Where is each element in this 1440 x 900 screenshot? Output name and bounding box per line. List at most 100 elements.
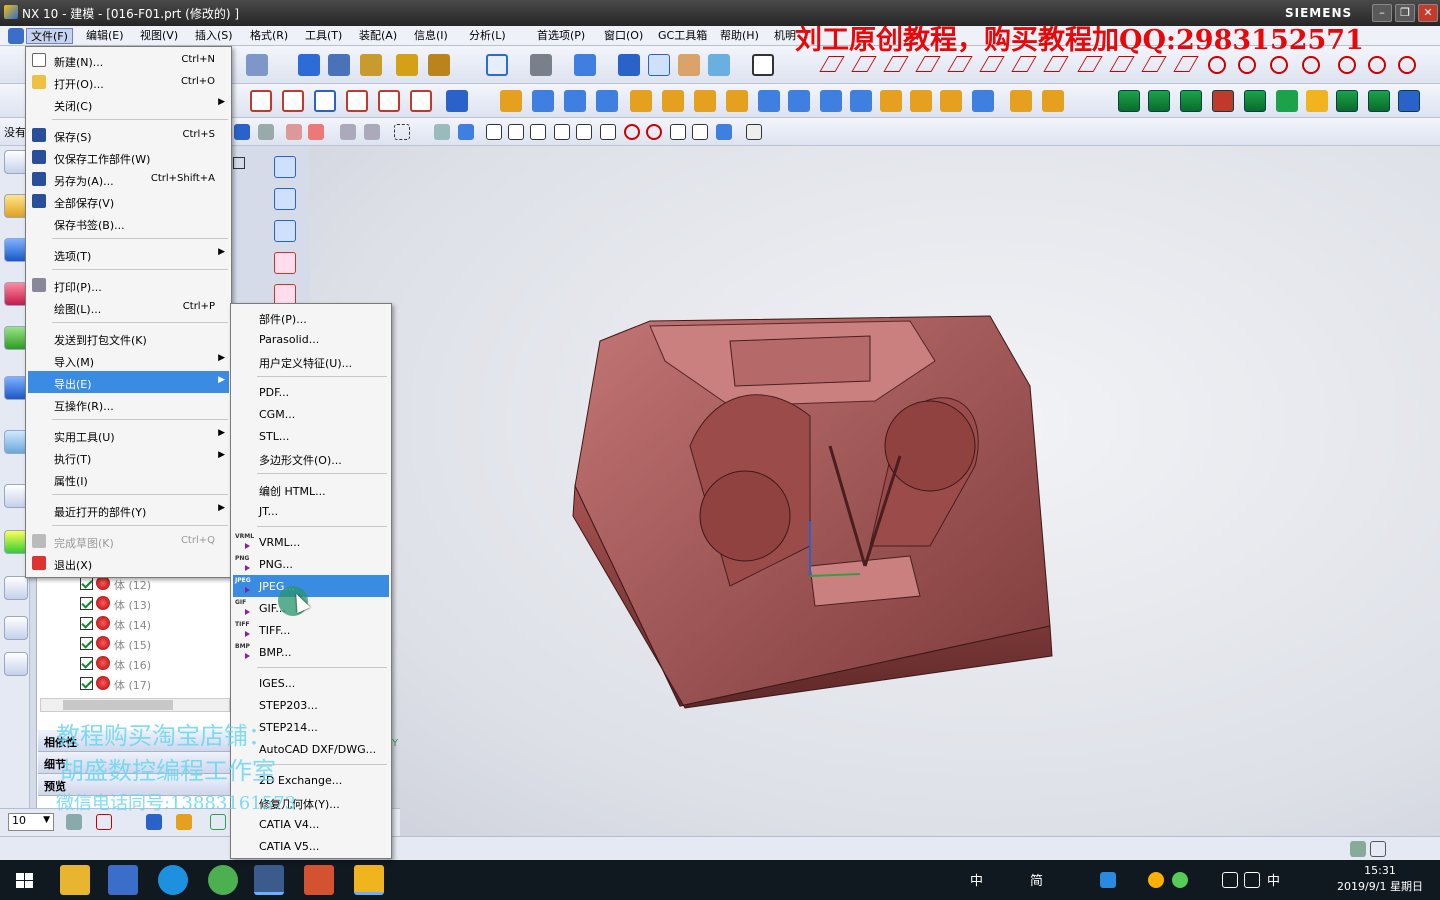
menu-tools[interactable]: 工具(T) bbox=[301, 28, 346, 44]
select-move-icon[interactable] bbox=[340, 124, 356, 140]
sketch-icon[interactable] bbox=[250, 90, 272, 112]
circle-3pt-icon[interactable] bbox=[1270, 56, 1288, 74]
spline-icon[interactable] bbox=[1011, 56, 1037, 72]
volume-icon[interactable] bbox=[1244, 872, 1260, 888]
sew-icon[interactable] bbox=[972, 90, 994, 112]
export-stl[interactable]: STL... bbox=[233, 425, 389, 447]
roles-icon[interactable] bbox=[4, 576, 28, 600]
checkbox[interactable] bbox=[80, 677, 93, 690]
file-explorer-icon[interactable] bbox=[60, 865, 90, 895]
menu-item-save-as[interactable]: 另存为(A)... Ctrl+Shift+A bbox=[28, 168, 229, 190]
gc-tool-4-icon[interactable] bbox=[1212, 90, 1234, 112]
menu-item-finish-sketch[interactable]: 完成草图(K) Ctrl+Q bbox=[28, 530, 229, 552]
list-item[interactable]: 体 (14) bbox=[40, 614, 230, 634]
status-view-icon[interactable] bbox=[1350, 841, 1366, 857]
trim-icon[interactable] bbox=[1141, 56, 1167, 72]
minimize-button[interactable]: – bbox=[1372, 4, 1392, 22]
move-face-icon[interactable] bbox=[940, 90, 962, 112]
curve-icon[interactable] bbox=[979, 56, 1005, 72]
maximize-button[interactable]: ❐ bbox=[1395, 4, 1415, 22]
checkbox[interactable] bbox=[80, 597, 93, 610]
shaded-cube-icon[interactable] bbox=[574, 54, 596, 76]
system-icon[interactable] bbox=[4, 616, 28, 640]
rotate-view-icon[interactable] bbox=[530, 54, 552, 76]
status-window-icon[interactable] bbox=[1370, 841, 1386, 857]
axis-triad-icon[interactable] bbox=[210, 814, 226, 830]
edge-blend-icon[interactable] bbox=[820, 90, 842, 112]
export-bmp[interactable]: BMP BMP... bbox=[233, 641, 389, 663]
menu-item-print[interactable]: 打印(P)... bbox=[28, 274, 229, 296]
redo-icon[interactable] bbox=[246, 54, 268, 76]
drawing-icon[interactable] bbox=[428, 54, 450, 76]
export-cgm[interactable]: CGM... bbox=[233, 403, 389, 425]
export-iges[interactable]: IGES... bbox=[233, 672, 389, 694]
presenter-icon[interactable] bbox=[354, 865, 384, 895]
fillet-icon[interactable] bbox=[1077, 56, 1103, 72]
nav-tool-2-icon[interactable] bbox=[274, 188, 296, 210]
wcs-icon[interactable] bbox=[96, 814, 112, 830]
close-button[interactable]: ✕ bbox=[1418, 4, 1438, 22]
menu-item-import[interactable]: 导入(M) ▶ bbox=[28, 349, 229, 371]
menu-item-new[interactable]: 新建(N)... Ctrl+N bbox=[28, 49, 229, 71]
mirror-icon[interactable] bbox=[662, 90, 684, 112]
menu-file[interactable]: 文件(F) bbox=[26, 28, 73, 44]
menu-info[interactable]: 信息(I) bbox=[410, 28, 452, 44]
gc-tool-r-icon[interactable] bbox=[1276, 90, 1298, 112]
menu-analysis[interactable]: 分析(L) bbox=[465, 28, 510, 44]
grid-icon[interactable] bbox=[746, 124, 762, 140]
checkbox[interactable] bbox=[80, 657, 93, 670]
menu-gc-toolbox[interactable]: GC工具箱 bbox=[654, 28, 711, 44]
datum-icon[interactable] bbox=[446, 90, 468, 112]
browser-360-icon[interactable] bbox=[208, 865, 238, 895]
select-face-icon[interactable] bbox=[458, 124, 474, 140]
horizontal-scrollbar[interactable] bbox=[40, 698, 230, 712]
list-item[interactable]: 体 (13) bbox=[40, 594, 230, 614]
draft-icon[interactable] bbox=[788, 90, 810, 112]
ime-chinese[interactable]: 中 bbox=[970, 870, 983, 889]
export-catia-v4[interactable]: CATIA V4... bbox=[233, 813, 389, 835]
section-icon[interactable] bbox=[708, 54, 730, 76]
revolve-icon[interactable] bbox=[532, 90, 554, 112]
arc-icon[interactable] bbox=[1368, 56, 1386, 74]
hammer-icon[interactable] bbox=[328, 54, 350, 76]
list-item[interactable]: 体 (17) bbox=[40, 674, 230, 694]
menu-insert[interactable]: 插入(S) bbox=[191, 28, 237, 44]
snap-point-icon[interactable] bbox=[670, 124, 686, 140]
nav-tool-1-icon[interactable] bbox=[274, 156, 296, 178]
extrude-icon[interactable] bbox=[500, 90, 522, 112]
menu-assembly[interactable]: 装配(A) bbox=[355, 28, 401, 44]
gc-tool-6-icon[interactable] bbox=[1336, 90, 1358, 112]
gc-tool-p-icon[interactable] bbox=[1306, 90, 1328, 112]
start-icon[interactable] bbox=[10, 865, 40, 895]
scroll-thumb[interactable] bbox=[63, 700, 173, 710]
menu-view[interactable]: 视图(V) bbox=[136, 28, 182, 44]
gc-tool-8-icon[interactable] bbox=[1398, 90, 1420, 112]
list-item[interactable]: 体 (16) bbox=[40, 654, 230, 674]
trim-body-icon[interactable] bbox=[726, 90, 748, 112]
snap-bounded-icon[interactable] bbox=[716, 124, 732, 140]
model-icon[interactable] bbox=[298, 54, 320, 76]
ie-icon[interactable] bbox=[158, 865, 188, 895]
menu-item-recent[interactable]: 最近打开的部件(Y) ▶ bbox=[28, 499, 229, 521]
snap-onface-icon[interactable] bbox=[692, 124, 708, 140]
powerpoint-icon[interactable] bbox=[304, 865, 334, 895]
menu-item-pack[interactable]: 发送到打包文件(K) bbox=[28, 327, 229, 349]
menu-item-utilities[interactable]: 实用工具(U) ▶ bbox=[28, 424, 229, 446]
snap-intersect-icon[interactable] bbox=[600, 124, 616, 140]
menu-item-save-work[interactable]: 仅保存工作部件(W) bbox=[28, 146, 229, 168]
offset-face-icon[interactable] bbox=[880, 90, 902, 112]
hole-icon[interactable] bbox=[564, 90, 586, 112]
ime-language[interactable]: 中 bbox=[1267, 870, 1280, 889]
offset-curve-icon[interactable] bbox=[282, 90, 304, 112]
nav-tool-4-icon[interactable] bbox=[274, 252, 296, 274]
export-gif[interactable]: GIF GIF... bbox=[233, 597, 389, 619]
combine-icon[interactable] bbox=[694, 90, 716, 112]
export-jt[interactable]: JT... bbox=[233, 500, 389, 522]
export-pdf[interactable]: PDF... bbox=[233, 381, 389, 403]
export-vrml[interactable]: VRML VRML... bbox=[233, 531, 389, 553]
menu-item-save-all[interactable]: 全部保存(V) bbox=[28, 190, 229, 212]
orient-icon[interactable] bbox=[146, 814, 162, 830]
snap-mid-icon[interactable] bbox=[508, 124, 524, 140]
snap-line-icon[interactable] bbox=[530, 124, 546, 140]
menu-item-options[interactable]: 选项(T) ▶ bbox=[28, 243, 229, 265]
